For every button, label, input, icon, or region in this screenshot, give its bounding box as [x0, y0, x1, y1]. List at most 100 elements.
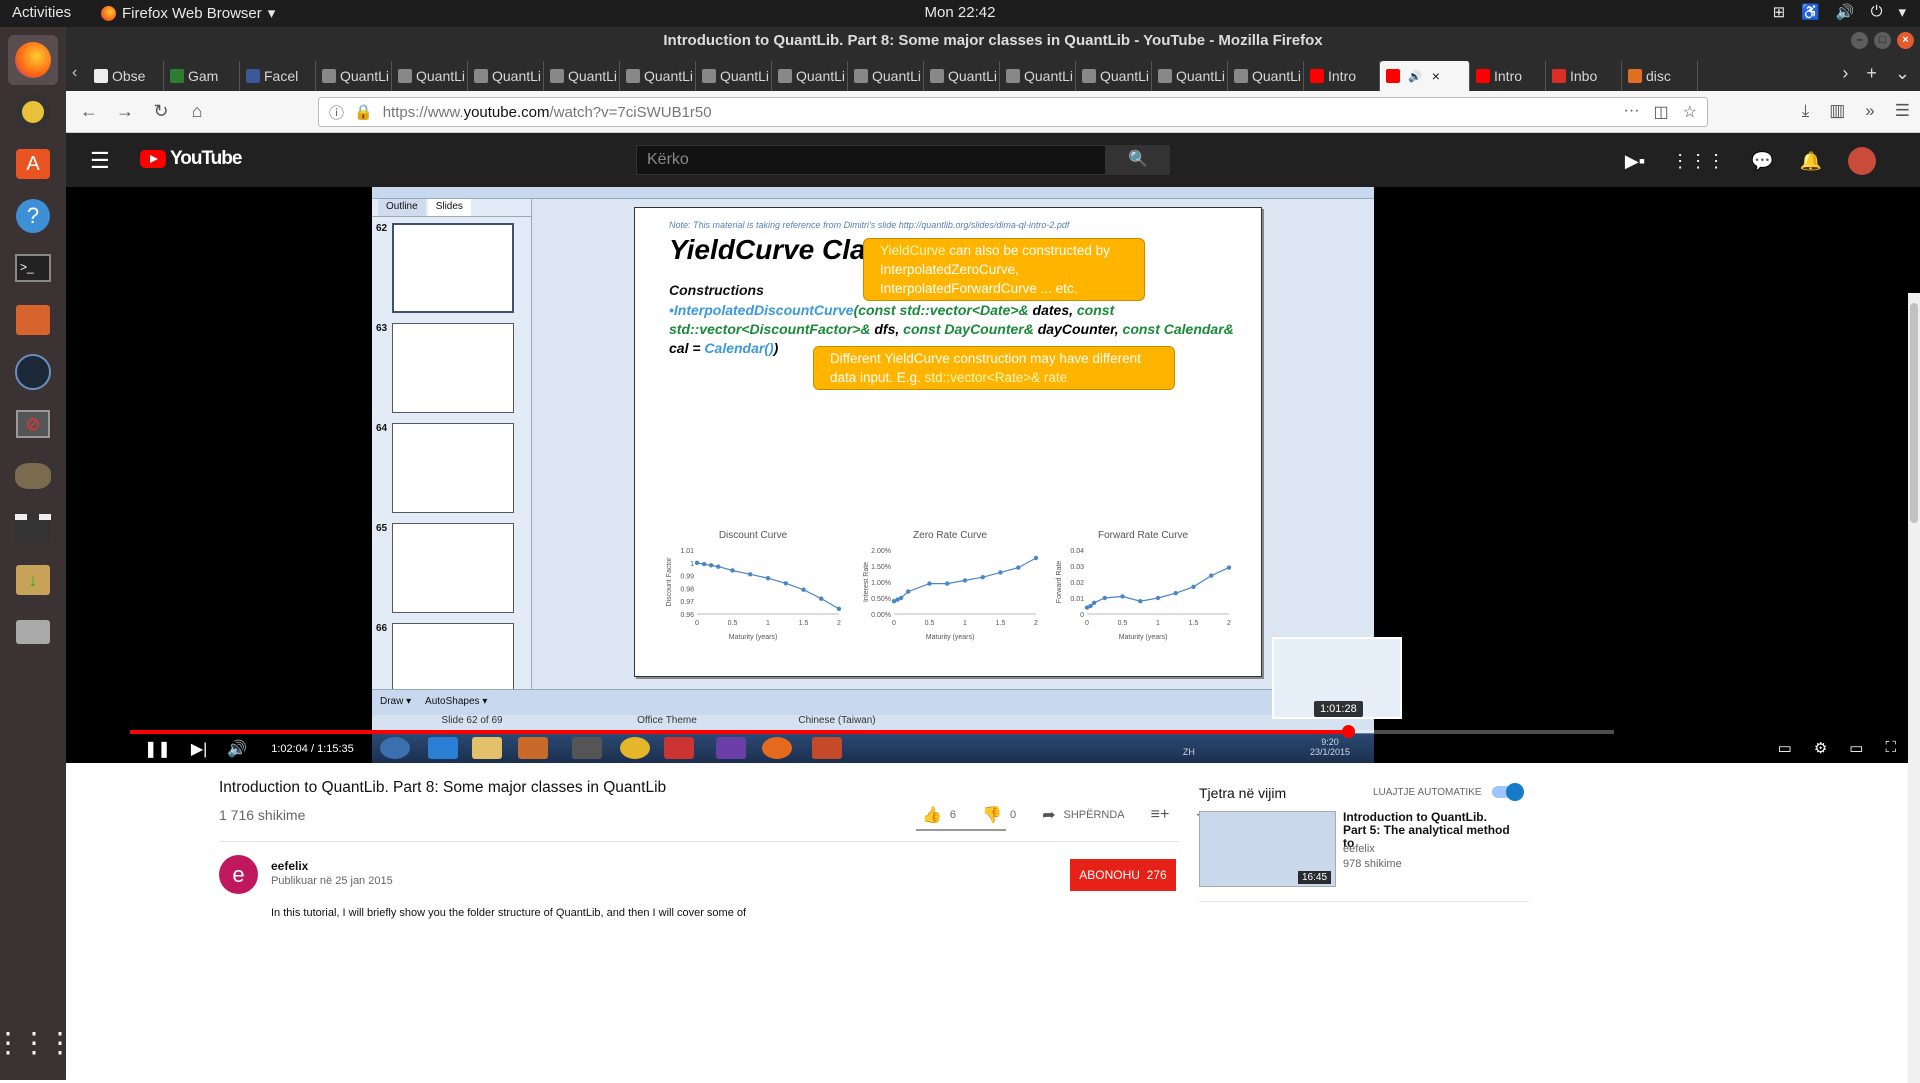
search-button[interactable]: 🔍: [1106, 145, 1170, 175]
reload-icon[interactable]: ↻: [148, 101, 174, 122]
terminal-launcher-icon[interactable]: >_: [8, 243, 58, 293]
hamburger-menu-icon[interactable]: ☰: [1895, 101, 1910, 121]
tab[interactable]: disc: [1622, 61, 1698, 91]
tab[interactable]: QuantLi: [1228, 61, 1304, 91]
software-center-launcher-icon[interactable]: A: [8, 139, 58, 189]
power-icon[interactable]: ⏻: [1871, 3, 1883, 21]
tab-list-chevron-icon[interactable]: ⌄: [1895, 63, 1910, 84]
apps-grid-icon[interactable]: ⋮⋮⋮: [1671, 151, 1725, 172]
tab[interactable]: QuantLi: [1152, 61, 1228, 91]
scrollbar-thumb[interactable]: [1910, 303, 1918, 523]
tab[interactable]: QuantLi: [1076, 61, 1152, 91]
guide-menu-icon[interactable]: ☰: [90, 148, 110, 174]
fullscreen-icon[interactable]: ⛶: [1885, 739, 1896, 757]
firefox-launcher-icon[interactable]: [8, 35, 58, 85]
close-button[interactable]: ×: [1897, 32, 1914, 49]
pocket-icon[interactable]: ◫: [1654, 102, 1669, 122]
blocked-app-launcher-icon[interactable]: ⊘: [8, 399, 58, 449]
tabs-scroll-left-icon[interactable]: ‹: [72, 64, 88, 82]
rhythmbox-launcher-icon[interactable]: [8, 87, 58, 137]
tab[interactable]: QuantLi: [1000, 61, 1076, 91]
tab[interactable]: Intro: [1304, 61, 1380, 91]
next-video-icon[interactable]: ▶|: [191, 739, 207, 759]
url-bar[interactable]: ⓘ 🔒 https://www.youtube.com/watch?v=7ciS…: [318, 97, 1708, 127]
page-scrollbar[interactable]: [1908, 293, 1920, 1083]
pause-icon[interactable]: ❚❚: [144, 739, 171, 759]
network-icon[interactable]: ⊞: [1773, 3, 1786, 21]
info-icon[interactable]: ⓘ: [329, 102, 344, 123]
tab-label: QuantLi: [492, 68, 542, 84]
help-launcher-icon[interactable]: ?: [8, 191, 58, 241]
subscribe-button[interactable]: ABONOHU 276: [1070, 859, 1176, 891]
app-menu[interactable]: Firefox Web Browser ▾: [101, 4, 275, 22]
overflow-chevron-icon[interactable]: »: [1865, 101, 1874, 121]
video-editor-launcher-icon[interactable]: [8, 503, 58, 553]
theater-mode-icon[interactable]: ▭: [1849, 739, 1863, 757]
tab[interactable]: QuantLi: [544, 61, 620, 91]
seek-preview-time: 1:01:28: [1314, 701, 1363, 717]
sidebar-icon[interactable]: ▥: [1829, 101, 1845, 121]
tab[interactable]: Obse: [88, 61, 164, 91]
add-to-playlist-button[interactable]: ≡+: [1151, 806, 1170, 824]
maximize-button[interactable]: □: [1874, 32, 1891, 49]
files-launcher-icon[interactable]: [8, 295, 58, 345]
discount-curve-chart: Discount Curve 1.01 1 0.99 0.98 0.97 0.96 0 0.5…: [663, 530, 843, 650]
channel-name[interactable]: eefelix: [271, 859, 308, 873]
tab[interactable]: QuantLi: [468, 61, 544, 91]
volume-icon[interactable]: 🔊: [1836, 3, 1855, 21]
like-button[interactable]: 👍 6: [922, 805, 956, 825]
settings-gear-icon[interactable]: ⚙: [1814, 739, 1827, 757]
tab[interactable]: QuantLi: [848, 61, 924, 91]
video-frame[interactable]: Outline Slides 62 63 64 65 66 Note: This…: [372, 187, 1374, 763]
chevron-down-icon[interactable]: ▾: [1898, 3, 1906, 21]
tab[interactable]: Intro: [1470, 61, 1546, 91]
volume-icon[interactable]: 🔊: [227, 739, 247, 759]
new-tab-icon[interactable]: +: [1866, 63, 1877, 84]
app-grid-icon[interactable]: ⋮⋮⋮: [0, 1017, 74, 1067]
search-input[interactable]: Kërko: [636, 145, 1106, 175]
accessibility-icon[interactable]: ♿: [1801, 3, 1820, 21]
account-avatar[interactable]: [1848, 147, 1876, 175]
bookmark-star-icon[interactable]: ☆: [1683, 102, 1697, 122]
gimp-launcher-icon[interactable]: [8, 451, 58, 501]
tab[interactable]: QuantLi: [620, 61, 696, 91]
tab[interactable]: QuantLi: [316, 61, 392, 91]
tab-label: QuantLi: [1252, 68, 1302, 84]
downloads-icon[interactable]: ⤓: [1802, 101, 1810, 121]
autoplay-toggle[interactable]: [1491, 783, 1524, 801]
tabs-scroll-right-icon[interactable]: ›: [1842, 63, 1848, 84]
notifications-bell-icon[interactable]: 🔔: [1800, 151, 1822, 172]
steam-launcher-icon[interactable]: [8, 347, 58, 397]
archive-launcher-icon[interactable]: ↓: [8, 555, 58, 605]
upload-video-icon[interactable]: ▶▪: [1625, 151, 1645, 172]
tab-audio-icon[interactable]: 🔊: [1408, 70, 1422, 83]
clock[interactable]: Mon 22:42: [925, 4, 996, 21]
tab[interactable]: QuantLi: [924, 61, 1000, 91]
activities-button[interactable]: Activities: [12, 4, 71, 21]
back-icon[interactable]: ←: [76, 101, 102, 122]
tab[interactable]: QuantLi: [696, 61, 772, 91]
tab[interactable]: QuantLi: [772, 61, 848, 91]
forward-icon[interactable]: →: [112, 101, 138, 122]
captions-icon[interactable]: ▭: [1778, 739, 1792, 757]
minimize-button[interactable]: –: [1851, 32, 1868, 49]
tab-active[interactable]: 🔊 ×: [1380, 61, 1470, 91]
printer-launcher-icon[interactable]: [8, 607, 58, 657]
youtube-logo[interactable]: YouTube: [140, 148, 242, 170]
tab[interactable]: Facel: [240, 61, 316, 91]
share-button[interactable]: ➦ SHPËRNDA: [1042, 805, 1125, 825]
channel-avatar[interactable]: e: [219, 855, 258, 894]
video-player[interactable]: Outline Slides 62 63 64 65 66 Note: This…: [66, 187, 1920, 763]
dislike-button[interactable]: 👎 0: [982, 805, 1016, 825]
tab[interactable]: Gam: [164, 61, 240, 91]
tab-close-icon[interactable]: ×: [1432, 68, 1440, 84]
tab[interactable]: Inbo: [1546, 61, 1622, 91]
page-actions-icon[interactable]: ···: [1624, 102, 1640, 122]
y-tick-label: 0: [1080, 612, 1084, 619]
publish-date: Publikuar në 25 jan 2015: [271, 875, 393, 887]
home-icon[interactable]: ⌂: [184, 101, 210, 122]
progress-bar[interactable]: [130, 725, 1614, 738]
tab[interactable]: QuantLi: [392, 61, 468, 91]
messages-icon[interactable]: 💬: [1751, 151, 1773, 172]
lock-icon[interactable]: 🔒: [354, 103, 373, 121]
